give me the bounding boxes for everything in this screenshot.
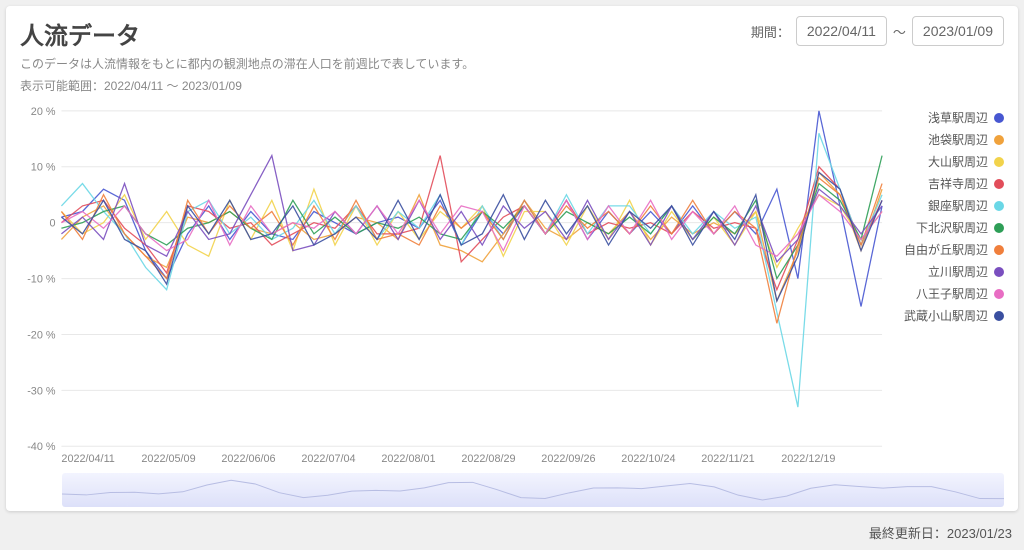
svg-text:2022/05/09: 2022/05/09 (141, 453, 195, 465)
period-label: 期間： (751, 22, 790, 41)
svg-text:-40 %: -40 % (27, 441, 56, 453)
svg-text:2022/04/11: 2022/04/11 (61, 453, 114, 465)
page-title: 人流データ (20, 16, 474, 51)
legend-item[interactable]: 池袋駅周辺 (894, 131, 1004, 148)
legend-item[interactable]: 八王子駅周辺 (894, 285, 1004, 302)
last-updated-label: 最終更新日： (869, 526, 947, 541)
legend-label: 銀座駅周辺 (928, 197, 988, 214)
svg-text:2022/09/26: 2022/09/26 (541, 453, 595, 465)
svg-text:-20 %: -20 % (27, 329, 56, 341)
svg-text:2022/12/19: 2022/12/19 (781, 453, 835, 465)
svg-text:2022/10/24: 2022/10/24 (621, 453, 675, 465)
legend-label: 浅草駅周辺 (928, 109, 988, 126)
last-updated: 最終更新日：2023/01/23 (0, 517, 1024, 548)
legend-label: 下北沢駅周辺 (916, 219, 988, 236)
chart-card: 人流データ このデータは人流情報をもとに都内の観測地点の滞在人口を前週比で表して… (6, 6, 1018, 511)
card-header: 人流データ このデータは人流情報をもとに都内の観測地点の滞在人口を前週比で表して… (20, 16, 1004, 95)
svg-text:-10 %: -10 % (27, 274, 56, 286)
legend-swatch (994, 135, 1004, 145)
svg-text:-30 %: -30 % (27, 385, 56, 397)
legend-label: 吉祥寺周辺 (928, 175, 988, 192)
svg-text:20 %: 20 % (31, 106, 56, 118)
svg-text:2022/07/04: 2022/07/04 (301, 453, 355, 465)
date-from-input[interactable]: 2022/04/11 (796, 16, 887, 46)
legend-item[interactable]: 銀座駅周辺 (894, 197, 1004, 214)
svg-text:2022/06/06: 2022/06/06 (221, 453, 275, 465)
date-to-input[interactable]: 2023/01/09 (912, 16, 1004, 46)
legend-swatch (994, 311, 1004, 321)
legend-item[interactable]: 下北沢駅周辺 (894, 219, 1004, 236)
plot-area: -40 % -30 % -20 % -10 % 0 10 % 20 % 2022/04/11 2… (20, 103, 1004, 473)
range-brush[interactable] (62, 473, 1004, 507)
legend-item[interactable]: 吉祥寺周辺 (894, 175, 1004, 192)
svg-text:2022/08/01: 2022/08/01 (381, 453, 435, 465)
legend-item[interactable]: 大山駅周辺 (894, 153, 1004, 170)
legend: 浅草駅周辺池袋駅周辺大山駅周辺吉祥寺周辺銀座駅周辺下北沢駅周辺自由が丘駅周辺立川… (888, 103, 1004, 473)
line-chart[interactable]: -40 % -30 % -20 % -10 % 0 10 % 20 % 2022/04/11 2… (20, 103, 888, 473)
period-picker: 期間： 2022/04/11 ～ 2023/01/09 (751, 16, 1004, 46)
title-block: 人流データ このデータは人流情報をもとに都内の観測地点の滞在人口を前週比で表して… (20, 16, 474, 95)
legend-item[interactable]: 自由が丘駅周辺 (894, 241, 1004, 258)
legend-label: 立川駅周辺 (928, 263, 988, 280)
legend-label: 大山駅周辺 (928, 153, 988, 170)
legend-swatch (994, 223, 1004, 233)
legend-swatch (994, 267, 1004, 277)
legend-item[interactable]: 武蔵小山駅周辺 (894, 307, 1004, 324)
legend-label: 八王子駅周辺 (916, 285, 988, 302)
legend-swatch (994, 245, 1004, 255)
legend-label: 自由が丘駅周辺 (904, 241, 988, 258)
legend-swatch (994, 179, 1004, 189)
chart-description: このデータは人流情報をもとに都内の観測地点の滞在人口を前週比で表しています。 (20, 55, 474, 73)
date-separator: ～ (893, 22, 906, 41)
legend-swatch (994, 201, 1004, 211)
svg-text:10 %: 10 % (31, 162, 56, 174)
legend-swatch (994, 289, 1004, 299)
svg-text:2022/11/21: 2022/11/21 (701, 453, 754, 465)
date-range-note: 表示可能範囲：2022/04/11 ～ 2023/01/09 (20, 77, 474, 95)
last-updated-value: 2023/01/23 (947, 526, 1012, 541)
legend-label: 武蔵小山駅周辺 (904, 307, 988, 324)
legend-swatch (994, 157, 1004, 167)
legend-swatch (994, 113, 1004, 123)
legend-item[interactable]: 浅草駅周辺 (894, 109, 1004, 126)
legend-item[interactable]: 立川駅周辺 (894, 263, 1004, 280)
svg-text:0: 0 (49, 218, 55, 230)
svg-text:2022/08/29: 2022/08/29 (461, 453, 515, 465)
legend-label: 池袋駅周辺 (928, 131, 988, 148)
